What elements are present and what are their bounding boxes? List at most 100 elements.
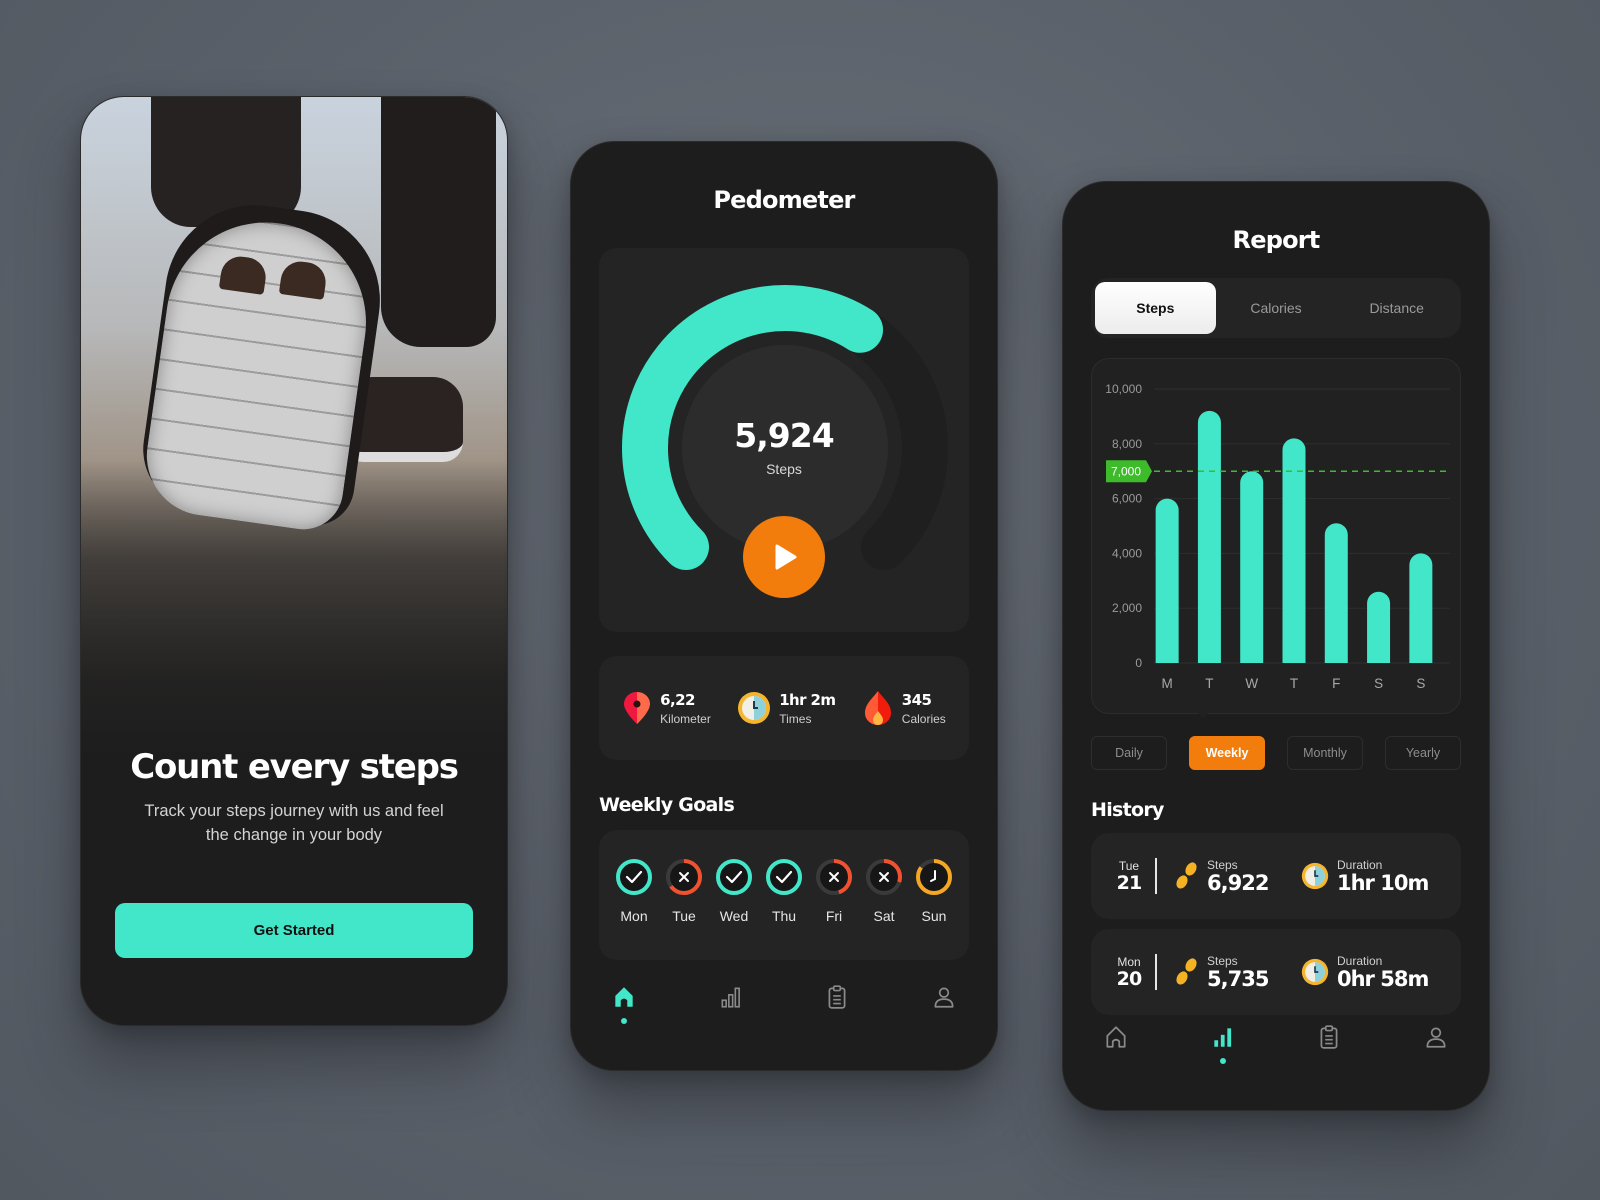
history-item[interactable]: Mon 20 Steps 5,735 Duration 0hr 58m [1091,929,1461,1015]
history-item[interactable]: Tue 21 Steps 6,922 Duration 1hr 10m [1091,833,1461,919]
tab-home[interactable] [604,984,644,1070]
tab-user[interactable] [1416,1024,1456,1110]
duration-label: Duration [1337,954,1383,968]
tab-bar-chart[interactable] [711,984,751,1070]
bar-4[interactable] [1324,523,1348,663]
tab-distance[interactable]: Distance [1336,282,1457,334]
steps-value: 6,922 [1207,871,1269,895]
bar-6[interactable] [1409,553,1433,663]
steps-gauge-card: 5,924 Steps [599,248,969,632]
goal-day-label: Wed [719,908,749,924]
steps-label: Steps [1207,858,1238,872]
tab-calories[interactable]: Calories [1216,282,1337,334]
history-day: Tue [1118,859,1140,873]
location-pin-icon [624,692,651,724]
y-tick-label: 0 [1135,656,1142,670]
goal-day-label: Mon [620,908,648,924]
steps-value: 5,735 [1207,967,1269,991]
get-started-button[interactable]: Get Started [115,903,473,958]
metric-tabs: Steps Calories Distance [1091,278,1461,338]
period-weekly[interactable]: Weekly [1189,736,1265,770]
clipboard-icon [1320,1025,1338,1049]
tab-clipboard[interactable] [817,984,857,1070]
goal-label: 7,000 [1111,465,1141,479]
clock-icon [1301,958,1329,986]
stat-distance: 6,22 Kilometer [622,690,711,726]
onboarding-screen: Count every steps Track your steps journ… [80,96,508,1026]
period-daily[interactable]: Daily [1091,736,1167,770]
play-icon [775,544,797,570]
active-tab-indicator [1219,1058,1226,1064]
activity-stats: 6,22 Kilometer 1hr 2m Times 345 Calories [599,656,969,760]
start-tracking-button[interactable] [743,516,825,598]
bar-3[interactable] [1282,438,1306,663]
stat-time: 1hr 2m Times [737,690,836,726]
flame-icon [864,691,891,725]
running-shoe-photo [81,97,507,757]
time-label: Times [779,711,812,726]
goal-day-tue[interactable]: Tue [663,858,705,960]
home-icon [1106,1026,1126,1048]
y-tick-label: 8,000 [1112,437,1142,451]
clipboard-icon [828,985,846,1009]
goal-day-wed[interactable]: Wed [713,858,755,960]
period-monthly[interactable]: Monthly [1287,736,1363,770]
y-tick-label: 10,000 [1105,382,1142,396]
divider [1155,858,1157,894]
calories-label: Calories [901,711,946,726]
weekly-goals: Mon Tue Wed Thu Fri Sat Sun [599,830,969,960]
goal-ring [816,859,852,895]
distance-label: Kilometer [660,711,711,726]
chart-pointer [1195,710,1211,718]
tab-steps[interactable]: Steps [1095,282,1216,334]
bar-0[interactable] [1155,498,1179,663]
history-title: History [1091,799,1164,821]
footsteps-icon [1176,958,1197,985]
tab-home[interactable] [1096,1024,1136,1110]
steps-label: Steps [766,461,802,477]
bar-chart-icon [721,987,740,1008]
x-tick-label: W [1245,676,1258,691]
bar-5[interactable] [1367,591,1391,663]
goal-day-label: Thu [771,908,797,924]
goal-day-label: Sat [873,908,895,924]
footsteps-icon [1176,862,1197,889]
goal-day-sat[interactable]: Sat [863,858,905,960]
goal-ring [616,859,652,895]
active-tab-indicator [621,1018,628,1024]
bottom-tab-bar [571,970,997,1070]
home-icon [615,987,633,1007]
x-tick-label: S [1416,676,1425,691]
calories-value: 345 [901,690,932,709]
history-day: Mon [1117,955,1141,969]
x-tick-label: T [1290,676,1298,691]
steps-count: 5,924 [734,416,834,455]
clock-icon [738,692,771,724]
goal-day-sun[interactable]: Sun [913,858,955,960]
goal-ring [916,859,952,895]
bar-2[interactable] [1240,471,1264,663]
onboarding-title: Count every steps [130,747,459,787]
clock-icon [1301,862,1329,890]
duration-label: Duration [1337,858,1383,872]
goal-day-mon[interactable]: Mon [613,858,655,960]
goal-day-fri[interactable]: Fri [813,858,855,960]
period-yearly[interactable]: Yearly [1385,736,1461,770]
tab-bar-chart[interactable] [1203,1024,1243,1110]
pedometer-screen: Pedometer 5,924 Steps 6,22 Kilometer 1hr… [570,141,998,1071]
distance-value: 6,22 [660,690,695,709]
duration-value: 1hr 10m [1337,871,1429,895]
goal-ring [766,859,802,895]
tab-clipboard[interactable] [1309,1024,1349,1110]
tab-user[interactable] [924,984,964,1070]
y-tick-label: 6,000 [1112,492,1142,506]
goal-ring [666,859,702,895]
steps-chart: 0 2,000 4,000 6,000 8,000 10,000 M T W T F S S 7,000 [1091,358,1461,714]
y-tick-label: 2,000 [1112,601,1142,615]
goal-day-label: Fri [825,908,843,924]
time-value: 1hr 2m [779,690,836,709]
bar-1[interactable] [1197,410,1221,663]
bar-chart: 0 2,000 4,000 6,000 8,000 10,000 M T W T F S S 7,000 [1105,382,1450,691]
stat-calories: 345 Calories [862,689,946,727]
goal-day-thu[interactable]: Thu [763,858,805,960]
